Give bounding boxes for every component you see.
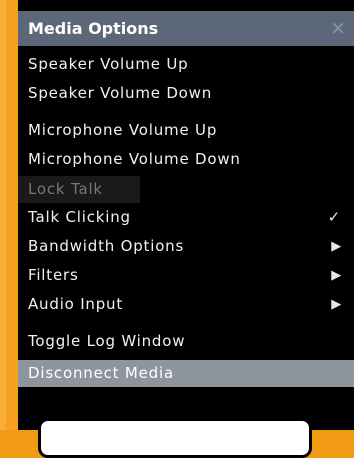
submenu-arrow-icon: ▶ xyxy=(331,297,342,312)
menu-item-speaker-volume-down[interactable]: Speaker Volume Down xyxy=(18,79,354,108)
menu-item-toggle-log-window[interactable]: Toggle Log Window xyxy=(18,327,354,356)
check-icon: ✓ xyxy=(327,208,341,226)
submenu-arrow-icon: ▶ xyxy=(331,268,342,283)
menu-item-label: Microphone Volume Up xyxy=(28,121,218,139)
menu-item-list: Speaker Volume Up Speaker Volume Down Mi… xyxy=(18,50,354,387)
menu-item-label: Disconnect Media xyxy=(28,364,174,382)
menu-item-talk-clicking[interactable]: Talk Clicking ✓ xyxy=(18,203,354,232)
close-icon[interactable]: × xyxy=(330,16,346,40)
menu-item-label: Toggle Log Window xyxy=(28,332,186,350)
menu-item-label: Bandwidth Options xyxy=(28,237,185,255)
menu-header: Media Options × xyxy=(18,11,354,46)
menu-item-disconnect-media[interactable]: Disconnect Media xyxy=(18,360,354,387)
menu-item-label: Speaker Volume Down xyxy=(28,84,213,102)
menu-item-label: Audio Input xyxy=(28,295,124,313)
menu-item-bandwidth-options[interactable]: Bandwidth Options ▶ xyxy=(18,232,354,261)
menu-item-label: Speaker Volume Up xyxy=(28,55,189,73)
menu-item-speaker-volume-up[interactable]: Speaker Volume Up xyxy=(18,50,354,79)
submenu-arrow-icon: ▶ xyxy=(331,239,342,254)
menu-item-label: Talk Clicking xyxy=(28,208,131,226)
media-options-menu: Media Options × Speaker Volume Up Speake… xyxy=(18,0,354,430)
background-strip-shade xyxy=(0,0,6,430)
menu-item-microphone-volume-down[interactable]: Microphone Volume Down xyxy=(18,145,354,174)
menu-item-microphone-volume-up[interactable]: Microphone Volume Up xyxy=(18,116,354,145)
menu-item-audio-input[interactable]: Audio Input ▶ xyxy=(18,290,354,319)
menu-item-label: Microphone Volume Down xyxy=(28,150,241,168)
menu-item-filters[interactable]: Filters ▶ xyxy=(18,261,354,290)
menu-title: Media Options xyxy=(28,19,159,38)
tooltip-bubble xyxy=(38,418,312,458)
menu-item-label: Filters xyxy=(28,266,79,284)
menu-item-label: Lock Talk xyxy=(28,180,103,198)
menu-item-lock-talk: Lock Talk xyxy=(18,176,140,203)
